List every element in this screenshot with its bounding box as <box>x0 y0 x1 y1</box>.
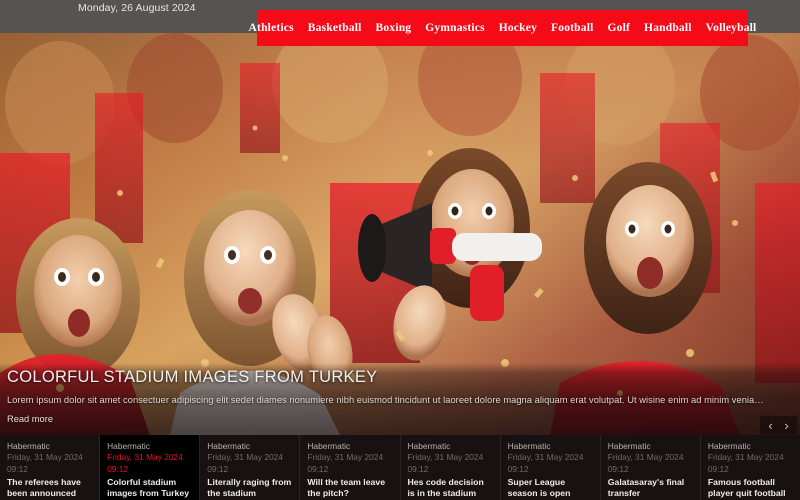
card-title: Super League season is open <box>507 476 571 499</box>
nav-list: Athletics Basketball Boxing Gymnastics Hocke… <box>242 22 764 34</box>
card-title: Colorful stadium images from Turkey <box>107 476 190 499</box>
card-source: Habermatic <box>7 441 50 451</box>
card-source: Habermatic <box>707 441 751 451</box>
news-card-strip: Habermatic Friday, 31 May 2024 09:12 The re… <box>0 435 800 500</box>
nav-item-handball[interactable]: Handball <box>637 22 699 34</box>
news-card[interactable]: Habermatic Friday, 31 May 2024 09:12 Will t… <box>300 435 401 500</box>
chevron-left-icon[interactable]: ‹ <box>765 418 776 432</box>
nav-item-gymnastics[interactable]: Gymnastics <box>418 22 492 34</box>
card-title: Will the team leave the pitch? <box>307 476 386 499</box>
card-date: Friday, 31 May 2024 <box>307 452 384 463</box>
news-card[interactable]: Habermatic Friday, 31 May 2024 09:12 Hes co… <box>400 435 501 500</box>
card-source: Habermatic <box>307 441 351 451</box>
card-title: Hes code decision is in the stadium <box>407 476 484 499</box>
nav-item-basketball[interactable]: Basketball <box>301 22 369 34</box>
news-card[interactable]: Habermatic Friday, 31 May 2024 09:12 Super … <box>500 435 601 500</box>
card-time: 09:12 <box>407 463 429 474</box>
card-time: 09:12 <box>7 463 28 474</box>
page-root: Monday, 26 August 2024 Athletics Basketba… <box>0 0 800 500</box>
hero-text-block: COLORFUL STADIUM IMAGES FROM TURKEY Lore… <box>7 368 767 427</box>
card-time: 09:12 <box>307 463 329 474</box>
card-source: Habermatic <box>107 441 150 451</box>
chevron-right-icon[interactable]: › <box>781 418 792 432</box>
card-time: 09:12 <box>507 463 529 474</box>
card-source: Habermatic <box>607 441 651 451</box>
header-date: Monday, 26 August 2024 <box>78 2 196 14</box>
card-date: Friday, 31 May 2024 <box>7 452 83 463</box>
slider-navigation: ‹ › <box>760 416 797 434</box>
nav-item-golf[interactable]: Golf <box>601 22 638 34</box>
nav-item-athletics[interactable]: Athletics <box>242 22 301 34</box>
card-source: Habermatic <box>507 441 551 451</box>
read-more-link[interactable]: Read more <box>7 414 53 424</box>
card-time: 09:12 <box>607 463 629 474</box>
nav-item-football[interactable]: Football <box>544 22 601 34</box>
card-date: Friday, 31 May 2024 <box>107 452 183 463</box>
card-date: Friday, 31 May 2024 <box>707 452 784 463</box>
nav-item-boxing[interactable]: Boxing <box>369 22 419 34</box>
news-card[interactable]: Habermatic Friday, 31 May 2024 09:12 The re… <box>0 435 101 500</box>
news-card[interactable]: Habermatic Friday, 31 May 2024 09:12 Famous… <box>700 435 800 500</box>
card-date: Friday, 31 May 2024 <box>607 452 684 463</box>
news-card[interactable]: Habermatic Friday, 31 May 2024 09:12 Galata… <box>600 435 701 500</box>
main-navigation: Athletics Basketball Boxing Gymnastics Hocke… <box>249 10 756 46</box>
hero-description: Lorem ipsum dolor sit amet consectuer ad… <box>7 395 767 406</box>
nav-item-volleyball[interactable]: Volleyball <box>699 22 764 34</box>
nav-item-hockey[interactable]: Hockey <box>492 22 544 34</box>
card-title: The referees have been announced <box>7 476 81 499</box>
news-card[interactable]: Habermatic Friday, 31 May 2024 09:12 Litera… <box>200 435 301 500</box>
card-date: Friday, 31 May 2024 <box>407 452 484 463</box>
news-card[interactable]: Habermatic Friday, 31 May 2024 09:12 Colorf… <box>100 435 201 500</box>
card-time: 09:12 <box>707 463 729 474</box>
card-date: Friday, 31 May 2024 <box>507 452 584 463</box>
card-time: 09:12 <box>207 463 229 474</box>
card-title: Literally raging from the stadium <box>207 476 292 499</box>
card-source: Habermatic <box>407 441 451 451</box>
hero-slider[interactable]: COLORFUL STADIUM IMAGES FROM TURKEY Lore… <box>0 33 800 435</box>
card-source: Habermatic <box>207 441 251 451</box>
card-title: Galatasaray's final transfer <box>607 476 685 499</box>
card-time: 09:12 <box>107 463 129 474</box>
card-title: Famous football player quit football <box>707 476 786 499</box>
card-date: Friday, 31 May 2024 <box>207 452 283 463</box>
hero-title: COLORFUL STADIUM IMAGES FROM TURKEY <box>7 368 378 387</box>
